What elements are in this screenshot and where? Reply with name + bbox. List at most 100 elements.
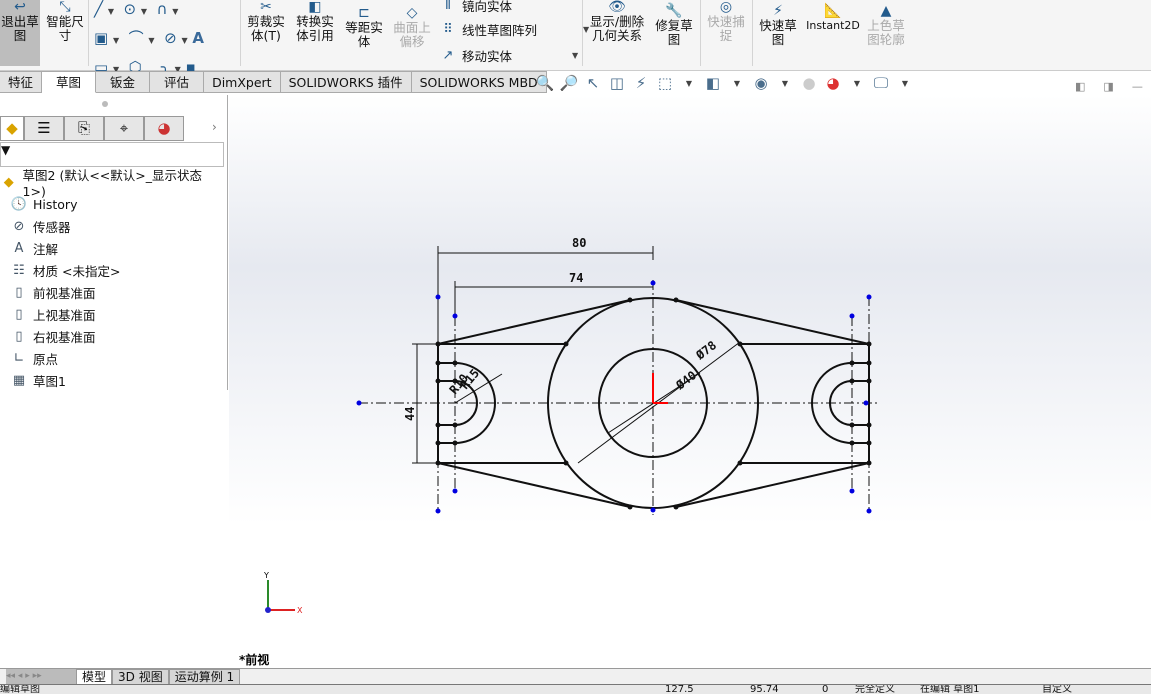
exit-sketch-icon: ↩ bbox=[14, 0, 26, 15]
expand-icon[interactable]: ◨ bbox=[1103, 80, 1113, 93]
section-view-icon[interactable]: ◫ bbox=[607, 74, 627, 92]
history-icon: 🕓 bbox=[10, 196, 28, 212]
eye-icon: 👁 bbox=[608, 0, 626, 15]
sketch-icon: ▦ bbox=[12, 372, 26, 388]
view-settings-icon[interactable]: 🖵 bbox=[871, 74, 891, 92]
status-units[interactable]: 自定义 bbox=[1042, 685, 1072, 694]
ruler-icon: 📐 bbox=[824, 3, 842, 19]
material-icon: ☷ bbox=[13, 262, 25, 278]
linear-pattern-button[interactable]: ⠿ 线性草图阵列 ▼ bbox=[440, 20, 589, 39]
surface-offset-icon: ◇ bbox=[406, 5, 418, 21]
configuration-manager-tab[interactable]: ⎘ bbox=[64, 116, 104, 141]
rapid-sketch-button[interactable]: ⚡ 快速草图 bbox=[756, 4, 800, 47]
sketch-drawing: 80 74 44 Ø78 Ø40 R10 R15 Y X *前视 bbox=[239, 236, 880, 667]
part-icon: ◆ bbox=[3, 174, 14, 190]
command-manager: ↩ 退出草图 ⤡ 智能尺寸 ╱ ▼ ⊙ ▼ ∩ ▼ ▣ ▼ ⌒ ▼ ⊘ ▼ A ▭ … bbox=[0, 0, 1151, 76]
move-icon: ↗ bbox=[442, 48, 454, 63]
display-manager-tab[interactable]: ◕ bbox=[144, 116, 184, 141]
smart-dimension-icon: ⤡ bbox=[59, 0, 71, 15]
lightning-icon: ⚡ bbox=[773, 3, 783, 19]
cube-icon: ◧ bbox=[308, 0, 322, 15]
exit-sketch-button[interactable]: ↩ 退出草图 bbox=[0, 0, 40, 66]
feature-manager-panel: ◆ ☰ ⎘ ⌖ ◕ › ▼ ◆ 草图2 (默认<<默认>_显示状态 1>) 🕓 Hi… bbox=[0, 95, 228, 390]
scissors-icon: ✂ bbox=[260, 0, 272, 15]
status-bar: 编辑草图 127.5 95.74 0 完全定义 在编辑 草图1 自定义 bbox=[0, 684, 1151, 694]
shape-icon: ▲ bbox=[880, 3, 892, 19]
tree-item-sensors[interactable]: ⊘ 传感器 bbox=[0, 215, 224, 237]
tree-filter[interactable]: ▼ bbox=[0, 142, 224, 167]
dynamic-annotation-icon[interactable]: ⚡ bbox=[631, 74, 651, 92]
tree-item-material[interactable]: ☷ 材质 <未指定> bbox=[0, 259, 224, 281]
zoom-area-icon[interactable]: 🔎 bbox=[559, 74, 579, 92]
zoom-fit-icon[interactable]: 🔍 bbox=[535, 74, 555, 92]
smart-dimension-button[interactable]: ⤡ 智能尺寸 bbox=[43, 0, 87, 43]
tab-evaluate[interactable]: 评估 bbox=[150, 71, 205, 93]
convert-entities-button[interactable]: ◧ 转换实体引用 bbox=[292, 0, 338, 43]
tab-solidworks-addins[interactable]: SOLIDWORKS 插件 bbox=[280, 71, 412, 93]
tree-item-annotations[interactable]: A 注解 bbox=[0, 237, 224, 259]
instant2d-button[interactable]: 📐 Instant2D bbox=[805, 4, 861, 33]
edit-appearance-icon[interactable]: ● bbox=[799, 74, 819, 92]
sensor-icon: ⊘ bbox=[13, 218, 25, 234]
heads-up-view-toolbar: 🔍 🔎 ↖ ◫ ⚡ ⬚ ▼ ◧ ▼ ◉ ▼ ● ◕ ▼ 🖵 ▼ bbox=[535, 74, 909, 92]
display-relations-button[interactable]: 👁 显示/删除几何关系 bbox=[587, 0, 647, 43]
origin-icon: ∟ bbox=[13, 350, 25, 366]
tab-3d-view[interactable]: 3D 视图 bbox=[112, 669, 169, 685]
scene-icon[interactable]: ◕ bbox=[823, 74, 843, 92]
offset-entities-button[interactable]: ⊏ 等距实体 bbox=[342, 6, 386, 49]
tab-features[interactable]: 特征 bbox=[0, 71, 43, 93]
tree-item-sketch1[interactable]: ▦ 草图1 bbox=[0, 369, 224, 391]
tree-item-right-plane[interactable]: ▯ 右视基准面 bbox=[0, 325, 224, 347]
tab-motion-study[interactable]: 运动算例 1 bbox=[168, 669, 241, 685]
feature-manager-tab[interactable]: ◆ bbox=[0, 116, 24, 141]
trim-entities-button[interactable]: ✂ 剪裁实体(T) bbox=[244, 0, 288, 43]
shaded-contour-button[interactable]: ▲ 上色草图轮廓 bbox=[864, 4, 908, 47]
filter-icon: ▼ bbox=[1, 143, 11, 157]
dim-80-label[interactable]: 80 bbox=[572, 236, 586, 250]
expand-tabs-icon[interactable]: › bbox=[212, 120, 217, 134]
status-x: 127.5 bbox=[665, 684, 694, 694]
annotation-icon: A bbox=[14, 240, 24, 256]
dimxpert-manager-tab[interactable]: ⌖ bbox=[104, 116, 144, 141]
graphics-area[interactable]: 80 74 44 Ø78 Ø40 R10 R15 Y X *前视 bbox=[229, 95, 1151, 668]
window-controls: ◧ ◨ — bbox=[1075, 80, 1143, 93]
mirror-button[interactable]: ⫴ 镜向实体 bbox=[440, 0, 512, 15]
endpoints bbox=[356, 280, 872, 514]
tab-sketch[interactable]: 草图 bbox=[42, 71, 97, 93]
status-definition: 完全定义 bbox=[855, 684, 895, 694]
tab-dimxpert[interactable]: DimXpert bbox=[204, 71, 281, 93]
wrench-icon: 🔧 bbox=[665, 3, 683, 19]
bottom-tab-bar: ◂◂ ◂ ▸ ▸▸ 模型 3D 视图 运动算例 1 bbox=[0, 668, 1151, 685]
quick-snaps-button[interactable]: ◎ 快速捕捉 bbox=[704, 0, 748, 43]
display-style-icon[interactable]: ◧ bbox=[703, 74, 723, 92]
status-message: 编辑草图 bbox=[0, 684, 40, 694]
tab-model[interactable]: 模型 bbox=[76, 669, 113, 685]
view-name-label: *前视 bbox=[239, 652, 269, 667]
view-orientation-icon[interactable]: ⬚ bbox=[655, 74, 675, 92]
status-editing: 在编辑 草图1 bbox=[920, 684, 980, 694]
plane-icon: ▯ bbox=[15, 306, 23, 322]
restore-icon[interactable]: ◧ bbox=[1075, 80, 1085, 93]
triad-icon: Y X bbox=[263, 571, 303, 615]
surface-offset-button[interactable]: ◇ 曲面上偏移 bbox=[390, 6, 434, 49]
dim-74-label[interactable]: 74 bbox=[569, 271, 583, 285]
previous-view-icon[interactable]: ↖ bbox=[583, 74, 603, 92]
tree-item-origin[interactable]: ∟ 原点 bbox=[0, 347, 224, 369]
centerlines bbox=[358, 280, 880, 515]
axis-y-label: Y bbox=[263, 571, 269, 580]
tab-solidworks-mbd[interactable]: SOLIDWORKS MBD bbox=[411, 71, 547, 93]
tree-item-front-plane[interactable]: ▯ 前视基准面 bbox=[0, 281, 224, 303]
hide-show-icon[interactable]: ◉ bbox=[751, 74, 771, 92]
property-manager-tab[interactable]: ☰ bbox=[24, 116, 64, 141]
snap-icon: ◎ bbox=[719, 0, 733, 15]
repair-sketch-button[interactable]: 🔧 修复草图 bbox=[652, 4, 696, 47]
axis-x-label: X bbox=[297, 606, 303, 615]
minimize-icon[interactable]: — bbox=[1132, 80, 1143, 93]
dim-44-label[interactable]: 44 bbox=[403, 407, 417, 421]
dia-78-label[interactable]: Ø78 bbox=[693, 338, 720, 363]
tab-sheet-metal[interactable]: 钣金 bbox=[96, 71, 151, 93]
move-entities-button[interactable]: ↗ 移动实体 ▼ bbox=[440, 46, 579, 65]
tree-root[interactable]: ◆ 草图2 (默认<<默认>_显示状态 1>) bbox=[0, 168, 224, 199]
tree-item-top-plane[interactable]: ▯ 上视基准面 bbox=[0, 303, 224, 325]
tab-scroll-arrows[interactable]: ◂◂ ◂ ▸ ▸▸ bbox=[6, 669, 76, 684]
